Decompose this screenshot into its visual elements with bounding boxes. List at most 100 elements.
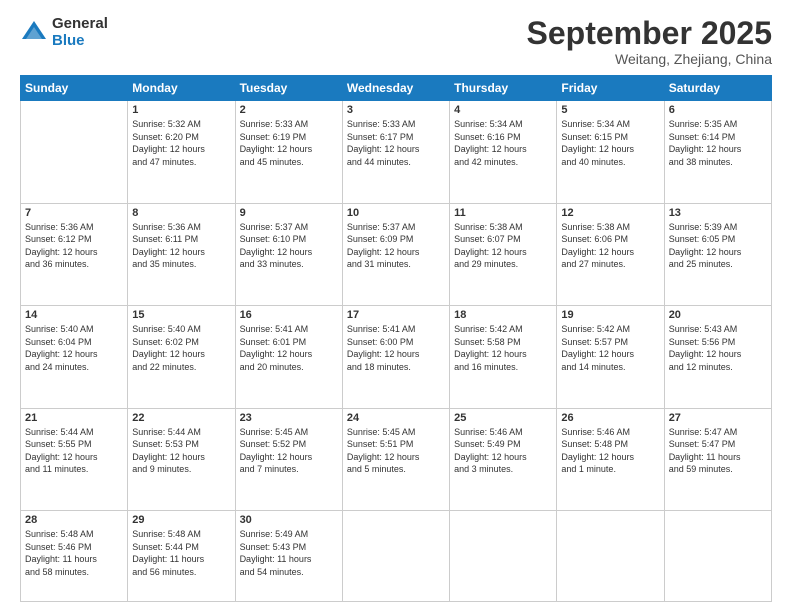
table-row: 15Sunrise: 5:40 AM Sunset: 6:02 PM Dayli… (128, 306, 235, 408)
table-row: 24 Sunrise: 5:45 AM Sunset: 5:51 PM Dayli… (342, 408, 449, 510)
day-number: 9 (240, 207, 338, 219)
day-detail: Sunrise: 5:41 AM Sunset: 6:01 PM Dayligh… (240, 323, 338, 373)
day-number: 27 (669, 412, 767, 424)
table-row: 4 Sunrise: 5:34 AM Sunset: 6:16 PM Daylig… (450, 101, 557, 203)
day-detail: Sunrise: 5:45 AM Sunset: 5:52 PM Dayligh… (240, 426, 338, 476)
day-detail: Sunrise: 5:35 AM Sunset: 6:14 PM Dayligh… (669, 118, 767, 168)
day-detail: Sunrise: 5:46 AM Sunset: 5:48 PM Dayligh… (561, 426, 659, 476)
main-title: September 2025 (527, 16, 772, 51)
day-detail: Sunrise: 5:33 AM Sunset: 6:17 PM Dayligh… (347, 118, 445, 168)
day-number: 30 (240, 514, 338, 526)
table-row: 23 Sunrise: 5:45 AM Sunset: 5:52 PM Dayli… (235, 408, 342, 510)
table-row: 29 Sunrise: 5:48 AM Sunset: 5:44 PM Dayli… (128, 511, 235, 602)
header-row: Sunday Monday Tuesday Wednesday Thursday… (21, 76, 772, 101)
title-block: September 2025 Weitang, Zhejiang, China (527, 16, 772, 67)
day-detail: Sunrise: 5:39 AM Sunset: 6:05 PM Dayligh… (669, 221, 767, 271)
day-number: 24 (347, 412, 445, 424)
col-wednesday: Wednesday (342, 76, 449, 101)
day-number: 10 (347, 207, 445, 219)
day-detail: Sunrise: 5:37 AM Sunset: 6:10 PM Dayligh… (240, 221, 338, 271)
table-row: 28 Sunrise: 5:48 AM Sunset: 5:46 PM Dayli… (21, 511, 128, 602)
day-number: 2 (240, 104, 338, 116)
week-row-4: 21Sunrise: 5:44 AM Sunset: 5:55 PM Dayli… (21, 408, 772, 510)
day-number: 17 (347, 309, 445, 321)
day-number: 29 (132, 514, 230, 526)
table-row: 9 Sunrise: 5:37 AM Sunset: 6:10 PM Daylig… (235, 203, 342, 305)
day-detail: Sunrise: 5:37 AM Sunset: 6:09 PM Dayligh… (347, 221, 445, 271)
table-row: 1 Sunrise: 5:32 AM Sunset: 6:20 PM Daylig… (128, 101, 235, 203)
day-detail: Sunrise: 5:49 AM Sunset: 5:43 PM Dayligh… (240, 528, 338, 578)
table-row: 3 Sunrise: 5:33 AM Sunset: 6:17 PM Daylig… (342, 101, 449, 203)
day-detail: Sunrise: 5:40 AM Sunset: 6:02 PM Dayligh… (132, 323, 230, 373)
day-number: 16 (240, 309, 338, 321)
table-row: 6 Sunrise: 5:35 AM Sunset: 6:14 PM Daylig… (664, 101, 771, 203)
table-row: 19 Sunrise: 5:42 AM Sunset: 5:57 PM Dayli… (557, 306, 664, 408)
day-number: 3 (347, 104, 445, 116)
logo-general-text: General (52, 16, 108, 33)
day-number: 8 (132, 207, 230, 219)
table-row: 14Sunrise: 5:40 AM Sunset: 6:04 PM Dayli… (21, 306, 128, 408)
day-number: 4 (454, 104, 552, 116)
day-number: 12 (561, 207, 659, 219)
day-number: 28 (25, 514, 123, 526)
table-row: 21Sunrise: 5:44 AM Sunset: 5:55 PM Dayli… (21, 408, 128, 510)
table-row: 13Sunrise: 5:39 AM Sunset: 6:05 PM Dayli… (664, 203, 771, 305)
header: General Blue September 2025 Weitang, Zhe… (20, 16, 772, 67)
day-number: 20 (669, 309, 767, 321)
day-detail: Sunrise: 5:36 AM Sunset: 6:11 PM Dayligh… (132, 221, 230, 271)
logo-text: General Blue (52, 16, 108, 49)
table-row: 30 Sunrise: 5:49 AM Sunset: 5:43 PM Dayli… (235, 511, 342, 602)
day-detail: Sunrise: 5:33 AM Sunset: 6:19 PM Dayligh… (240, 118, 338, 168)
col-sunday: Sunday (21, 76, 128, 101)
day-number: 6 (669, 104, 767, 116)
table-row: 5Sunrise: 5:34 AM Sunset: 6:15 PM Daylig… (557, 101, 664, 203)
day-detail: Sunrise: 5:48 AM Sunset: 5:46 PM Dayligh… (25, 528, 123, 578)
col-saturday: Saturday (664, 76, 771, 101)
table-row: 2 Sunrise: 5:33 AM Sunset: 6:19 PM Daylig… (235, 101, 342, 203)
table-row: 16 Sunrise: 5:41 AM Sunset: 6:01 PM Dayli… (235, 306, 342, 408)
day-number: 19 (561, 309, 659, 321)
logo: General Blue (20, 16, 108, 49)
day-number: 23 (240, 412, 338, 424)
day-number: 25 (454, 412, 552, 424)
day-number: 22 (132, 412, 230, 424)
table-row: 27 Sunrise: 5:47 AM Sunset: 5:47 PM Dayli… (664, 408, 771, 510)
day-detail: Sunrise: 5:42 AM Sunset: 5:57 PM Dayligh… (561, 323, 659, 373)
week-row-2: 7 Sunrise: 5:36 AM Sunset: 6:12 PM Daylig… (21, 203, 772, 305)
day-number: 11 (454, 207, 552, 219)
col-tuesday: Tuesday (235, 76, 342, 101)
table-row: 10 Sunrise: 5:37 AM Sunset: 6:09 PM Dayli… (342, 203, 449, 305)
logo-icon (20, 19, 48, 47)
table-row: 12Sunrise: 5:38 AM Sunset: 6:06 PM Dayli… (557, 203, 664, 305)
table-row (557, 511, 664, 602)
week-row-3: 14Sunrise: 5:40 AM Sunset: 6:04 PM Dayli… (21, 306, 772, 408)
table-row (664, 511, 771, 602)
day-detail: Sunrise: 5:46 AM Sunset: 5:49 PM Dayligh… (454, 426, 552, 476)
table-row (342, 511, 449, 602)
day-number: 1 (132, 104, 230, 116)
day-detail: Sunrise: 5:41 AM Sunset: 6:00 PM Dayligh… (347, 323, 445, 373)
day-number: 7 (25, 207, 123, 219)
table-row: 8 Sunrise: 5:36 AM Sunset: 6:11 PM Daylig… (128, 203, 235, 305)
subtitle: Weitang, Zhejiang, China (527, 51, 772, 67)
day-detail: Sunrise: 5:42 AM Sunset: 5:58 PM Dayligh… (454, 323, 552, 373)
day-detail: Sunrise: 5:47 AM Sunset: 5:47 PM Dayligh… (669, 426, 767, 476)
col-thursday: Thursday (450, 76, 557, 101)
day-detail: Sunrise: 5:45 AM Sunset: 5:51 PM Dayligh… (347, 426, 445, 476)
col-friday: Friday (557, 76, 664, 101)
day-detail: Sunrise: 5:32 AM Sunset: 6:20 PM Dayligh… (132, 118, 230, 168)
day-detail: Sunrise: 5:48 AM Sunset: 5:44 PM Dayligh… (132, 528, 230, 578)
day-detail: Sunrise: 5:34 AM Sunset: 6:15 PM Dayligh… (561, 118, 659, 168)
day-number: 21 (25, 412, 123, 424)
day-detail: Sunrise: 5:44 AM Sunset: 5:53 PM Dayligh… (132, 426, 230, 476)
table-row: 7 Sunrise: 5:36 AM Sunset: 6:12 PM Daylig… (21, 203, 128, 305)
day-detail: Sunrise: 5:36 AM Sunset: 6:12 PM Dayligh… (25, 221, 123, 271)
day-number: 18 (454, 309, 552, 321)
table-row: 22 Sunrise: 5:44 AM Sunset: 5:53 PM Dayli… (128, 408, 235, 510)
table-row: 18 Sunrise: 5:42 AM Sunset: 5:58 PM Dayli… (450, 306, 557, 408)
day-detail: Sunrise: 5:40 AM Sunset: 6:04 PM Dayligh… (25, 323, 123, 373)
table-row: 17 Sunrise: 5:41 AM Sunset: 6:00 PM Dayli… (342, 306, 449, 408)
table-row (21, 101, 128, 203)
col-monday: Monday (128, 76, 235, 101)
day-detail: Sunrise: 5:34 AM Sunset: 6:16 PM Dayligh… (454, 118, 552, 168)
